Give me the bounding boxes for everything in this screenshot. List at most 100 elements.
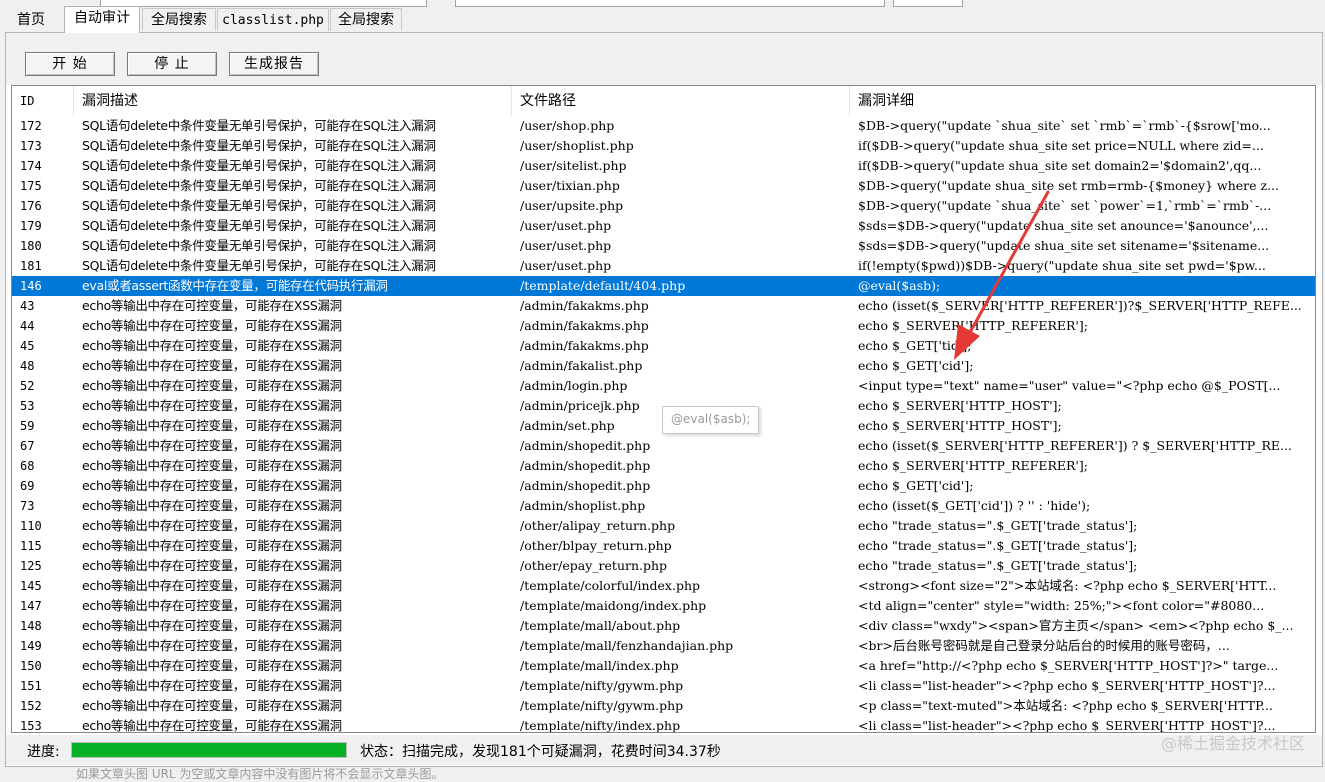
cell-path: /user/uset.php <box>520 218 612 233</box>
tab-global-search[interactable]: 全局搜索 <box>142 8 216 31</box>
cell-detail: <strong><font size="2">本站域名: <?php echo … <box>858 578 1277 593</box>
start-button[interactable]: 开 始 <box>25 52 115 76</box>
table-row[interactable]: 125 echo等输出中存在可控变量，可能存在XSS漏洞/other/epay_r… <box>12 556 1315 576</box>
cell-id: 53 <box>20 399 35 413</box>
cell-detail: $DB->query("update shua_site set rmb=rmb… <box>858 178 1280 193</box>
table-row[interactable]: 67 echo等输出中存在可控变量，可能存在XSS漏洞/admin/shopedi… <box>12 436 1315 456</box>
table-row[interactable]: 147 echo等输出中存在可控变量，可能存在XSS漏洞/template/mai… <box>12 596 1315 616</box>
cell-detail: echo "trade_status=".$_GET['trade_status… <box>858 558 1138 573</box>
cell-id: 147 <box>20 599 42 613</box>
table-row[interactable]: 175 SQL语句delete中条件变量无单引号保护，可能存在SQL注入漏洞/us… <box>12 176 1315 196</box>
table-row[interactable]: 172 SQL语句delete中条件变量无单引号保护，可能存在SQL注入漏洞/us… <box>12 116 1315 136</box>
cell-path: /user/tixian.php <box>520 178 620 193</box>
table-row[interactable]: 69 echo等输出中存在可控变量，可能存在XSS漏洞/admin/shopedi… <box>12 476 1315 496</box>
cell-desc: echo等输出中存在可控变量，可能存在XSS漏洞 <box>82 518 342 533</box>
cell-desc: echo等输出中存在可控变量，可能存在XSS漏洞 <box>82 338 342 353</box>
cell-detail: echo (isset($_SERVER['HTTP_REFERER'])?$_… <box>858 298 1302 313</box>
cell-path: /user/shop.php <box>520 118 615 133</box>
cell-id: 173 <box>20 139 42 153</box>
cell-id: 181 <box>20 259 42 273</box>
cell-detail: $DB->query("update `shua_site` set `powe… <box>858 198 1272 213</box>
cell-detail: echo $_SERVER['HTTP_HOST']; <box>858 398 1062 413</box>
cell-desc: echo等输出中存在可控变量，可能存在XSS漏洞 <box>82 438 342 453</box>
cell-desc: SQL语句delete中条件变量无单引号保护，可能存在SQL注入漏洞 <box>82 158 436 173</box>
cell-desc: echo等输出中存在可控变量，可能存在XSS漏洞 <box>82 358 342 373</box>
cell-desc: SQL语句delete中条件变量无单引号保护，可能存在SQL注入漏洞 <box>82 258 436 273</box>
cell-desc: echo等输出中存在可控变量，可能存在XSS漏洞 <box>82 578 342 593</box>
cell-id: 44 <box>20 319 35 333</box>
table-row[interactable]: 146 eval或者assert函数中存在变量，可能存在代码执行漏洞/templa… <box>12 276 1315 296</box>
cell-detail: echo $_SERVER['HTTP_REFERER']; <box>858 318 1088 333</box>
cell-desc: echo等输出中存在可控变量，可能存在XSS漏洞 <box>82 458 342 473</box>
cell-path: /admin/fakakms.php <box>520 298 649 313</box>
cell-id: 148 <box>20 619 42 633</box>
cell-id: 52 <box>20 379 35 393</box>
table-row[interactable]: 179 SQL语句delete中条件变量无单引号保护，可能存在SQL注入漏洞/us… <box>12 216 1315 236</box>
top-field-left[interactable] <box>100 0 427 7</box>
table-row[interactable]: 149 echo等输出中存在可控变量，可能存在XSS漏洞/template/mal… <box>12 636 1315 656</box>
column-header-desc[interactable]: 漏洞描述 <box>74 86 512 116</box>
toolbar: 开 始 停 止 生成报告 <box>6 33 1322 85</box>
column-header-id[interactable]: ID <box>12 86 74 116</box>
tab-home[interactable]: 首页 <box>4 8 58 31</box>
table-row[interactable]: 174 SQL语句delete中条件变量无单引号保护，可能存在SQL注入漏洞/us… <box>12 156 1315 176</box>
tab-classlist-php[interactable]: classlist.php <box>217 8 329 31</box>
cell-desc: echo等输出中存在可控变量，可能存在XSS漏洞 <box>82 618 342 633</box>
cell-desc: echo等输出中存在可控变量，可能存在XSS漏洞 <box>82 418 342 433</box>
table-row[interactable]: 181 SQL语句delete中条件变量无单引号保护，可能存在SQL注入漏洞/us… <box>12 256 1315 276</box>
cell-detail: $sds=$DB->query("update shua_site set an… <box>858 218 1269 233</box>
cell-detail: echo $_SERVER['HTTP_REFERER']; <box>858 458 1088 473</box>
table-row[interactable]: 44 echo等输出中存在可控变量，可能存在XSS漏洞/admin/fakakms… <box>12 316 1315 336</box>
cell-detail: $sds=$DB->query("update shua_site set si… <box>858 238 1270 253</box>
stop-button[interactable]: 停 止 <box>127 52 217 76</box>
table-row[interactable]: 43 echo等输出中存在可控变量，可能存在XSS漏洞/admin/fakakms… <box>12 296 1315 316</box>
cell-path: /template/nifty/gywm.php <box>520 678 684 693</box>
cell-detail: $DB->query("update `shua_site` set `rmb`… <box>858 118 1271 133</box>
cell-path: /other/alipay_return.php <box>520 518 676 533</box>
table-row[interactable]: 115 echo等输出中存在可控变量，可能存在XSS漏洞/other/blpay_… <box>12 536 1315 556</box>
table-row[interactable]: 148 echo等输出中存在可控变量，可能存在XSS漏洞/template/mal… <box>12 616 1315 636</box>
table-row[interactable]: 150 echo等输出中存在可控变量，可能存在XSS漏洞/template/mal… <box>12 656 1315 676</box>
tab-global-search-2[interactable]: 全局搜索 <box>330 8 402 31</box>
cell-detail: <td align="center" style="width: 25%;"><… <box>858 598 1265 613</box>
column-header-path[interactable]: 文件路径 <box>512 86 850 116</box>
cell-path: /admin/shopedit.php <box>520 458 651 473</box>
cell-desc: echo等输出中存在可控变量，可能存在XSS漏洞 <box>82 638 342 653</box>
cell-id: 73 <box>20 499 35 513</box>
table-row[interactable]: 110 echo等输出中存在可控变量，可能存在XSS漏洞/other/alipay… <box>12 516 1315 536</box>
vulnerability-list[interactable]: ID 漏洞描述 文件路径 漏洞详细 172 SQL语句delete中条件变量无单引… <box>11 85 1316 733</box>
table-row[interactable]: 152 echo等输出中存在可控变量，可能存在XSS漏洞/template/nif… <box>12 696 1315 716</box>
cell-detail: <br>后台账号密码就是自己登录分站后台的时候用的账号密码，... <box>858 638 1230 653</box>
cell-path: /admin/fakalist.php <box>520 358 643 373</box>
generate-report-button[interactable]: 生成报告 <box>229 52 319 76</box>
table-row[interactable]: 180 SQL语句delete中条件变量无单引号保护，可能存在SQL注入漏洞/us… <box>12 236 1315 256</box>
table-row[interactable]: 173 SQL语句delete中条件变量无单引号保护，可能存在SQL注入漏洞/us… <box>12 136 1315 156</box>
table-row[interactable]: 68 echo等输出中存在可控变量，可能存在XSS漏洞/admin/shopedi… <box>12 456 1315 476</box>
cell-path: /template/mall/index.php <box>520 658 679 673</box>
tab-auto-audit[interactable]: 自动审计 <box>64 6 140 33</box>
table-row[interactable]: 145 echo等输出中存在可控变量，可能存在XSS漏洞/template/col… <box>12 576 1315 596</box>
cell-desc: echo等输出中存在可控变量，可能存在XSS漏洞 <box>82 378 342 393</box>
table-row[interactable]: 45 echo等输出中存在可控变量，可能存在XSS漏洞/admin/fakakms… <box>12 336 1315 356</box>
table-row[interactable]: 176 SQL语句delete中条件变量无单引号保护，可能存在SQL注入漏洞/us… <box>12 196 1315 216</box>
cell-id: 45 <box>20 339 35 353</box>
cell-path: /user/sitelist.php <box>520 158 627 173</box>
watermark: @稀土掘金技术社区 <box>1160 734 1305 753</box>
top-button[interactable] <box>893 0 963 7</box>
table-row[interactable]: 48 echo等输出中存在可控变量，可能存在XSS漏洞/admin/fakalis… <box>12 356 1315 376</box>
top-field-right[interactable] <box>455 0 885 7</box>
cell-path: /admin/fakakms.php <box>520 338 649 353</box>
cell-path: /other/epay_return.php <box>520 558 668 573</box>
column-header-detail[interactable]: 漏洞详细 <box>850 86 1315 116</box>
cell-detail: echo (isset($_SERVER['HTTP_REFERER']) ? … <box>858 438 1292 453</box>
cell-path: /template/maidong/index.php <box>520 598 707 613</box>
cell-id: 67 <box>20 439 35 453</box>
table-row[interactable]: 153 echo等输出中存在可控变量，可能存在XSS漏洞/template/nif… <box>12 716 1315 733</box>
cell-detail: @eval($asb); <box>858 278 941 293</box>
table-row[interactable]: 73 echo等输出中存在可控变量，可能存在XSS漏洞/admin/shoplis… <box>12 496 1315 516</box>
cell-path: /user/uset.php <box>520 258 612 273</box>
cell-desc: echo等输出中存在可控变量，可能存在XSS漏洞 <box>82 718 342 733</box>
table-row[interactable]: 52 echo等输出中存在可控变量，可能存在XSS漏洞/admin/login.p… <box>12 376 1315 396</box>
table-row[interactable]: 151 echo等输出中存在可控变量，可能存在XSS漏洞/template/nif… <box>12 676 1315 696</box>
cell-path: /admin/fakakms.php <box>520 318 649 333</box>
